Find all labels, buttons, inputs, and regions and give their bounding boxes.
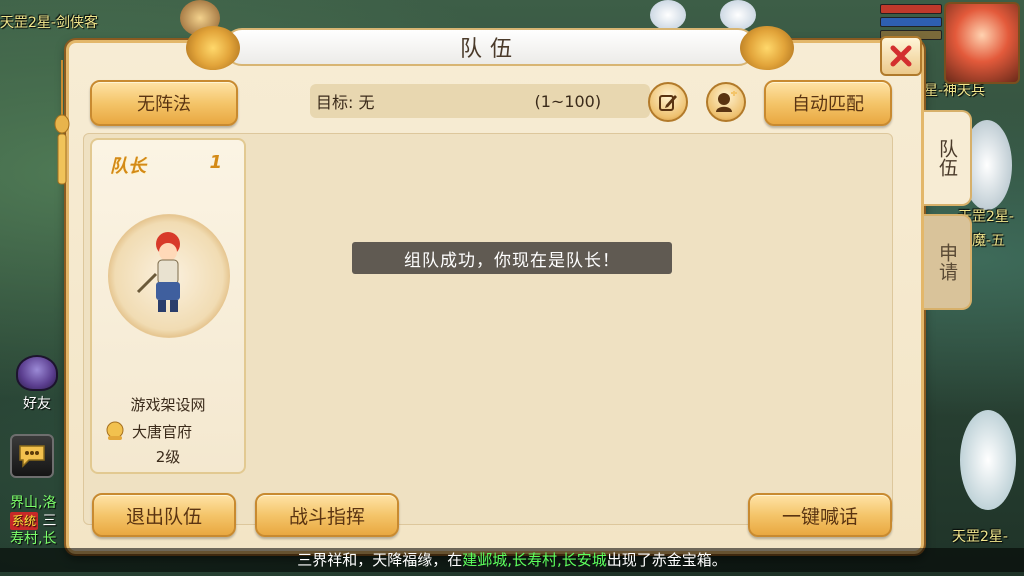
tab-apply-label: 申请 [936, 243, 958, 281]
panel-title-bar: 队伍 [186, 26, 794, 70]
formation-button[interactable]: 无阵法 [90, 80, 238, 126]
broadcast-prefix: 三界祥和，天降福缘，在 [297, 551, 463, 569]
shout-button[interactable]: 一键喊话 [748, 493, 892, 537]
formation-button-label: 无阵法 [137, 94, 191, 115]
target-label: 目标: 无 [316, 93, 375, 112]
battle-command-button-label: 战斗指挥 [288, 505, 365, 528]
tab-team-label: 队伍 [936, 139, 958, 177]
npc-sprite [650, 0, 686, 30]
team-member-card[interactable]: 队长 1 游戏架设网 大唐官府 2级 [90, 138, 246, 474]
title-right-ornament-icon [740, 26, 794, 70]
friends-button[interactable]: 好友 [12, 355, 62, 413]
title-left-ornament-icon [186, 26, 240, 70]
member-school-row: 大唐官府 [104, 420, 192, 442]
member-role: 队长 [110, 156, 146, 177]
hp-bar [880, 4, 942, 14]
close-icon [890, 45, 912, 67]
tab-team[interactable]: 队伍 [924, 110, 972, 206]
leave-team-button-label: 退出队伍 [125, 505, 202, 528]
target-level-range: (1~100) [534, 91, 602, 111]
system-broadcast: 三界祥和，天降福缘，在建邺城,长寿村,长安城出现了赤金宝箱。 [0, 548, 1024, 572]
member-level: 2级 [155, 448, 181, 466]
npc-name-label: 天罡2星- [952, 529, 1008, 545]
friends-label: 好友 [23, 396, 51, 412]
edit-icon [659, 95, 677, 111]
close-button[interactable] [880, 36, 922, 76]
invite-friend-button[interactable] [706, 82, 746, 122]
shout-button-label: 一键喊话 [781, 505, 858, 528]
member-school: 大唐官府 [132, 422, 193, 441]
panel-title: 队伍 [459, 37, 520, 62]
chat-log-text: 三 [42, 513, 57, 529]
tab-apply[interactable]: 申请 [924, 214, 972, 310]
mp-bar [880, 17, 942, 27]
edit-target-button[interactable] [648, 82, 688, 122]
chat-button[interactable] [10, 434, 54, 478]
member-portrait [108, 214, 230, 338]
broadcast-places: 建邺城,长寿村,长安城 [462, 551, 607, 569]
system-tag: 系统 [10, 512, 39, 530]
chat-log-line: 界山,洛 [10, 495, 57, 511]
npc-sprite [960, 410, 1016, 510]
chat-log-line: 寿村,长 [10, 531, 57, 547]
player-avatar[interactable] [944, 2, 1020, 84]
member-name: 游戏架设网 [130, 396, 206, 414]
friend-avatar-icon [16, 355, 58, 391]
leave-team-button[interactable]: 退出队伍 [92, 493, 236, 537]
toast-message: 组队成功，你现在是队长！ [352, 242, 672, 274]
auto-match-button[interactable]: 自动匹配 [764, 80, 892, 126]
person-add-icon [716, 91, 737, 112]
target-field[interactable]: 目标: 无 (1~100) [310, 84, 650, 118]
character-sprite-icon [136, 232, 180, 312]
tassel-ornament-icon [54, 60, 70, 185]
chat-bubble-icon [19, 445, 45, 468]
member-index: 1 [209, 152, 222, 173]
school-emblem-icon [106, 421, 124, 440]
broadcast-suffix: 出现了赤金宝箱。 [606, 551, 727, 569]
npc-name-label: 天罡2星-剑侠客 [0, 15, 98, 31]
npc-name-label: 魔-五 [972, 233, 1006, 249]
chat-log: 界山,洛 系统 三 寿村,长 [10, 494, 56, 548]
battle-command-button[interactable]: 战斗指挥 [255, 493, 399, 537]
auto-match-button-label: 自动匹配 [792, 94, 864, 115]
chat-log-line: 系统 三 [10, 512, 56, 530]
npc-sprite [720, 0, 756, 30]
